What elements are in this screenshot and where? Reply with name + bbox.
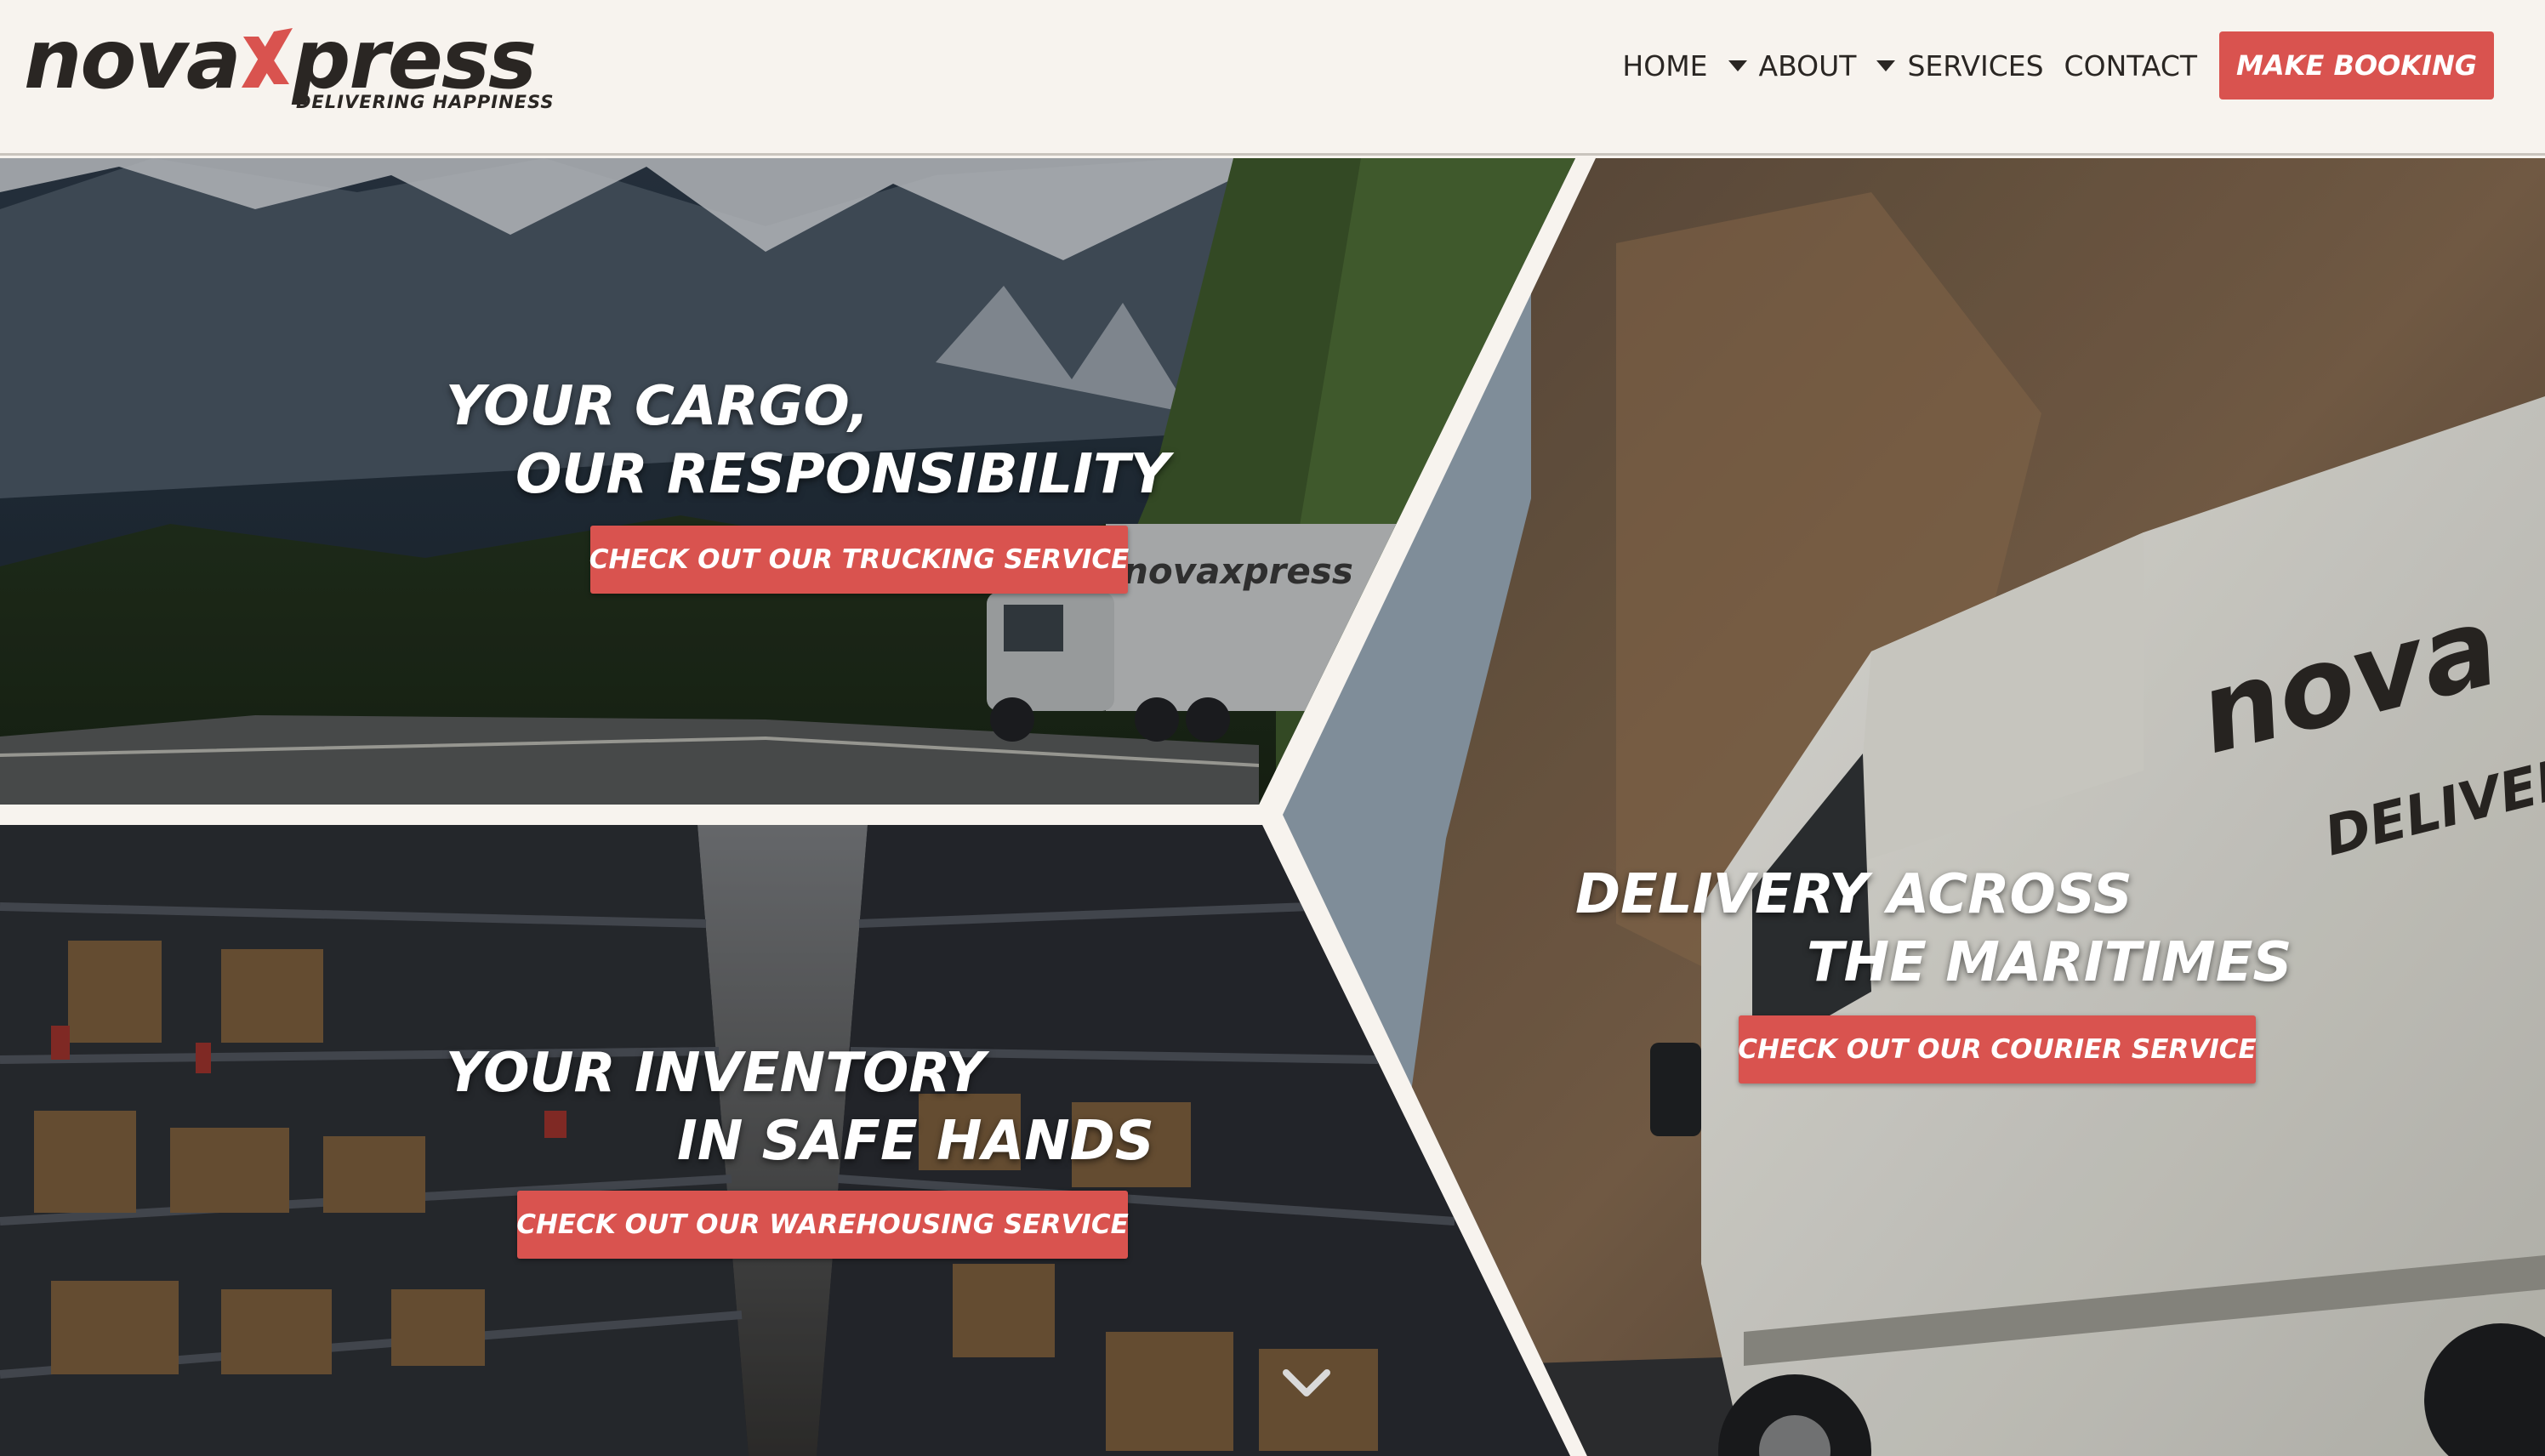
nav-about[interactable]: ABOUT [1728, 48, 1857, 82]
main-nav: HOME ABOUT SERVICES CONTACT MAKE BOOKING [1602, 31, 2494, 100]
make-booking-button[interactable]: MAKE BOOKING [2219, 31, 2494, 100]
nav-home[interactable]: HOME [1622, 49, 1707, 82]
logo-x-icon [240, 22, 293, 88]
caret-down-icon [1728, 60, 1747, 71]
nav-services-label: SERVICES [1907, 48, 2044, 82]
nav-home-label: HOME [1622, 48, 1708, 82]
logo-tagline: DELIVERING HAPPINESS [296, 92, 555, 112]
caret-down-icon [1876, 60, 1896, 71]
chevron-down-icon[interactable] [1281, 1357, 1332, 1408]
courier-headline-2: THE MARITIMES [1807, 931, 2292, 994]
courier-service-button[interactable]: CHECK OUT OUR COURIER SERVICE [1738, 1015, 2257, 1083]
nav-about-label: ABOUT [1758, 48, 1857, 82]
nav-services[interactable]: SERVICES [1876, 48, 2044, 82]
courier-headline-1: DELIVERY ACROSS [1575, 863, 2132, 926]
logo-wordmark: nova press [24, 12, 537, 107]
nav-contact-label: CONTACT [2064, 48, 2198, 82]
site-header: nova press DELIVERING HAPPINESS HOME ABOU… [0, 0, 2545, 156]
nav-contact[interactable]: CONTACT [2064, 49, 2198, 82]
hero-section: novaxpress YOUR CARGO, OUR RESPONSIBILIT… [0, 158, 2545, 1456]
brand-logo[interactable]: nova press DELIVERING HAPPINESS [24, 12, 554, 121]
courier-panel[interactable]: nova DELIVERI DELIVERY ACROSS THE MARITI… [0, 158, 2545, 1456]
